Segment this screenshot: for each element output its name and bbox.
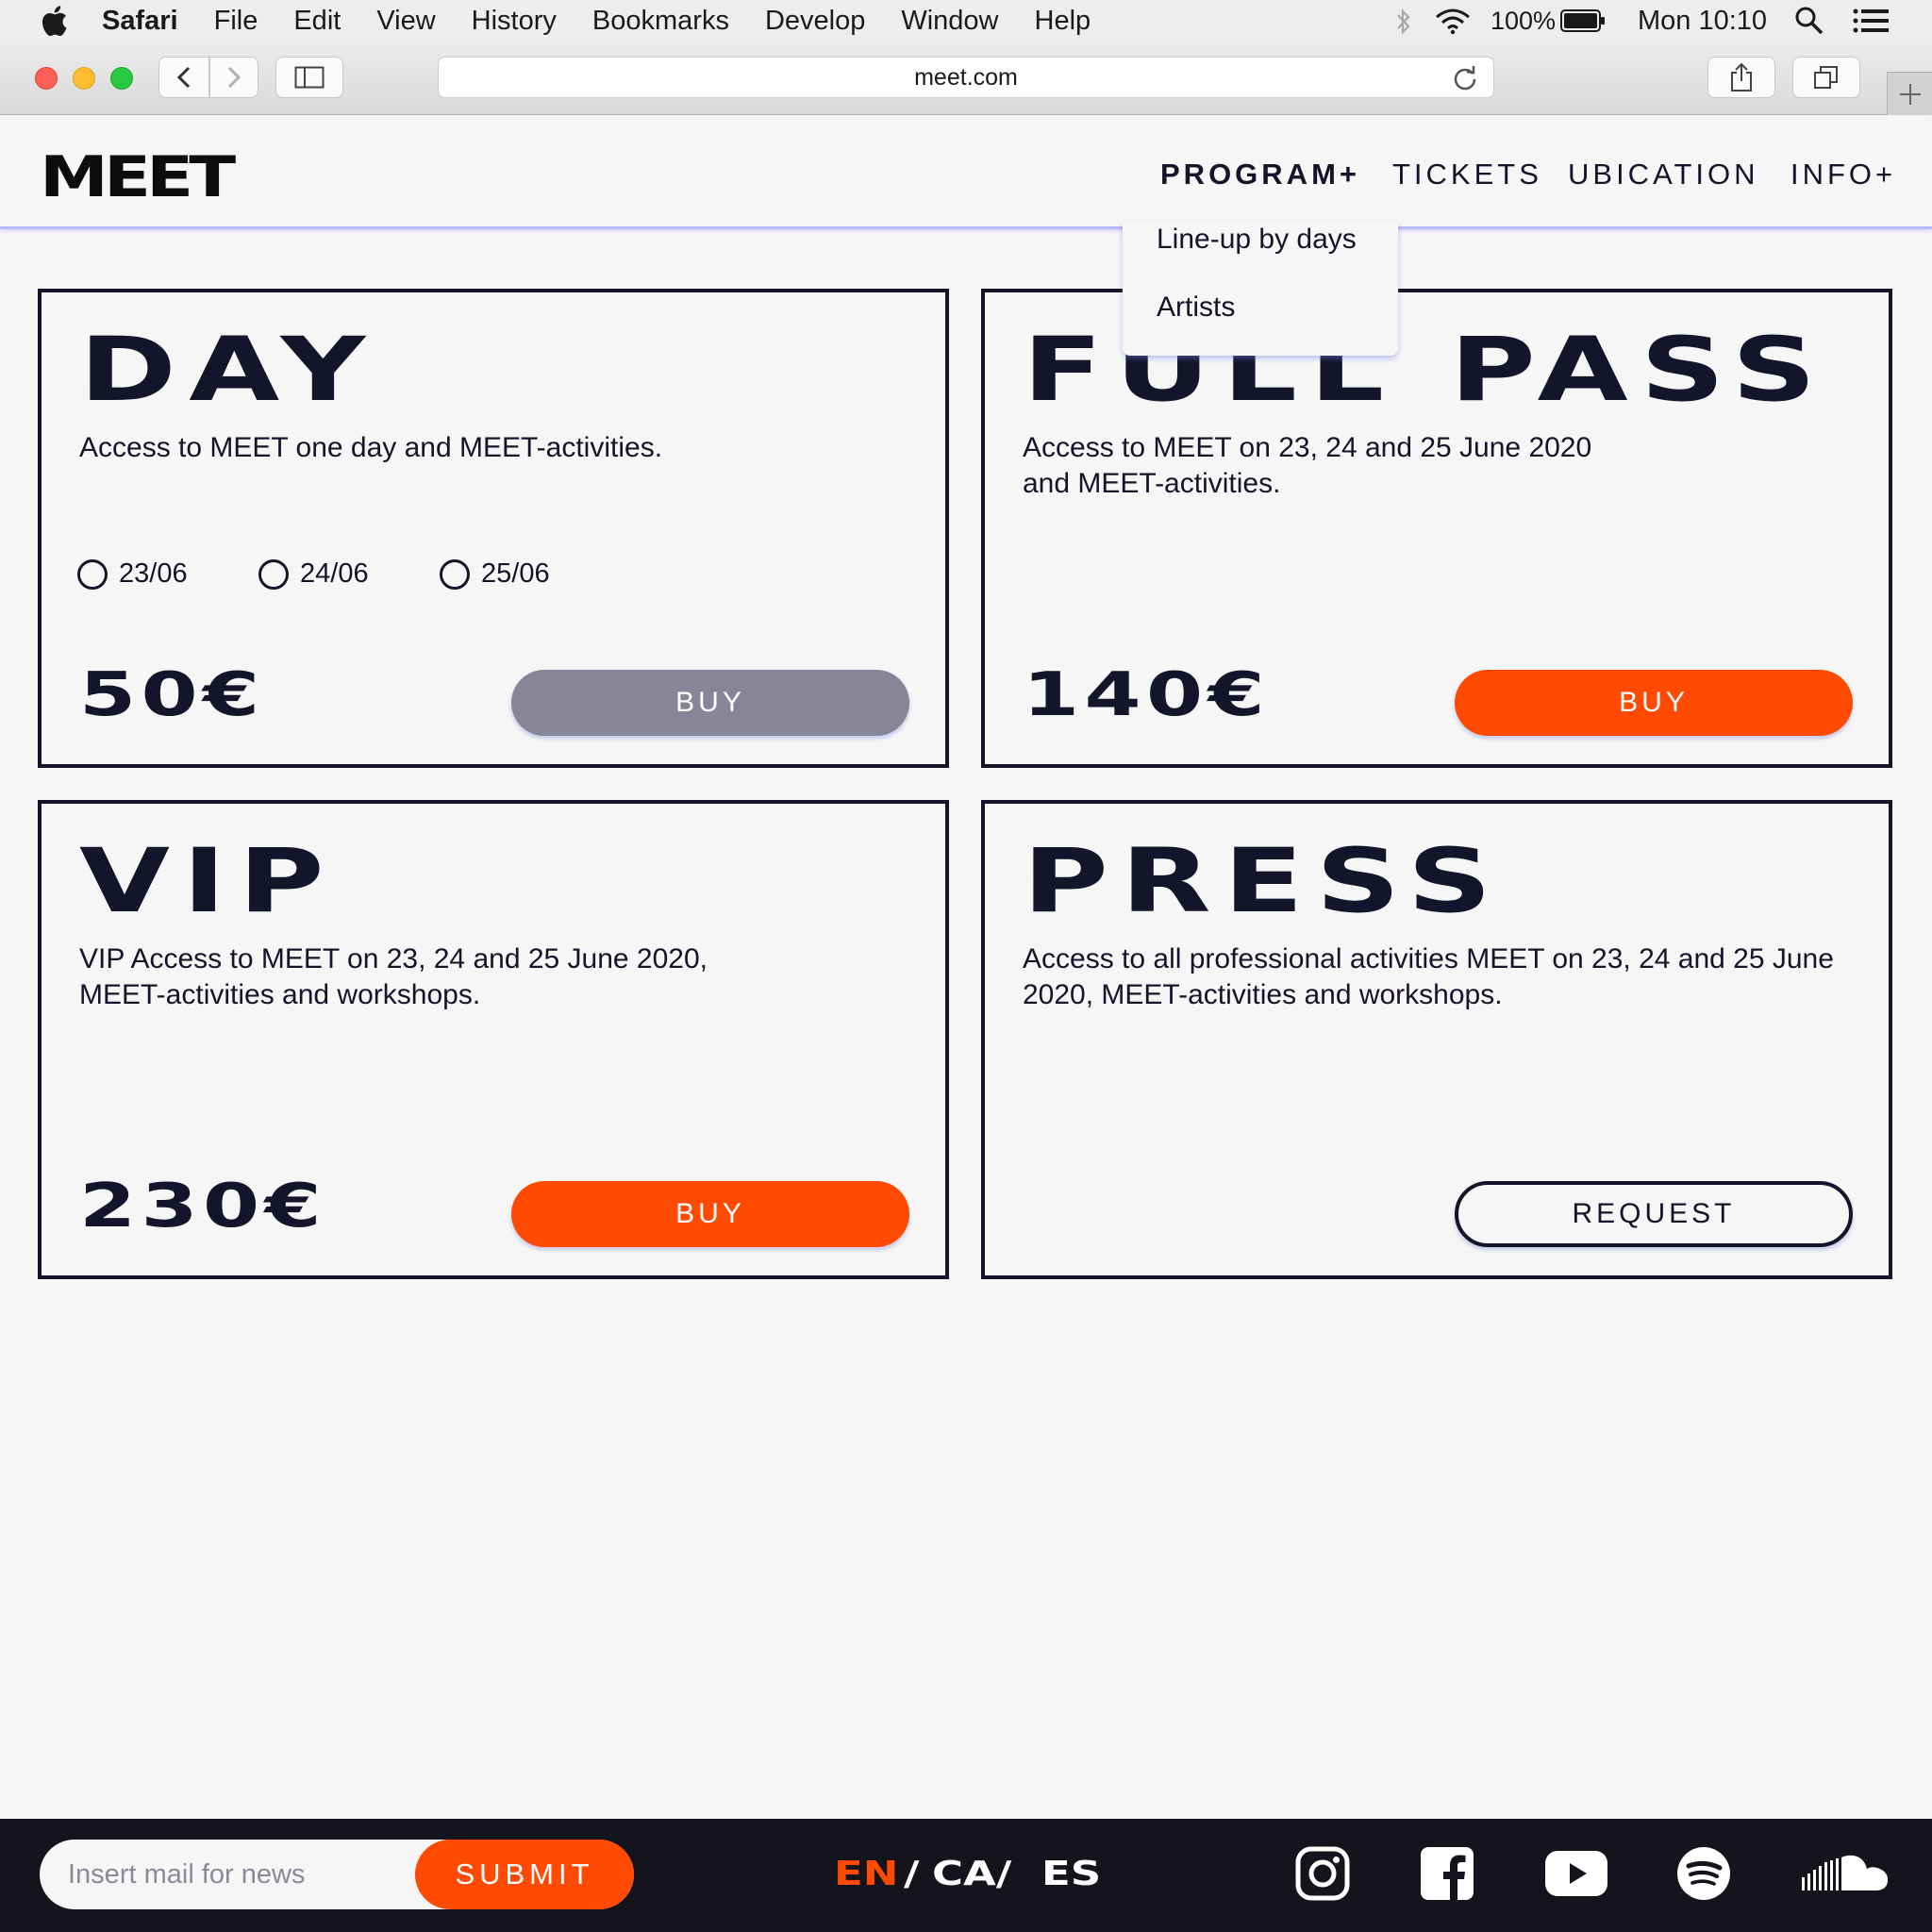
chevron-left-icon: [176, 66, 191, 89]
ticket-title: DAY: [79, 319, 378, 422]
share-icon: [1731, 62, 1752, 92]
nav-tickets[interactable]: TICKETS: [1392, 154, 1542, 195]
soundcloud-icon: [1802, 1855, 1889, 1890]
menu-clock[interactable]: Mon 10:10: [1638, 0, 1767, 42]
buy-day-button[interactable]: BUY: [511, 670, 909, 736]
menu-help[interactable]: Help: [1035, 6, 1091, 37]
ticket-description: Access to all professional activities ME…: [1023, 943, 1834, 1010]
radio-label: 24/06: [300, 558, 369, 589]
ticket-price: 140€: [1023, 660, 1271, 730]
nav-program[interactable]: PROGRAM+: [1160, 154, 1360, 195]
forward-button[interactable]: [209, 57, 258, 98]
window-zoom-button[interactable]: [110, 67, 133, 90]
menu-edit[interactable]: Edit: [293, 6, 341, 37]
sidebar-icon: [294, 66, 325, 89]
spotify-link[interactable]: [1675, 1845, 1732, 1902]
instagram-link[interactable]: [1294, 1845, 1351, 1902]
address-bar-url: meet.com: [914, 63, 1018, 91]
tab-overview-button[interactable]: [1792, 57, 1860, 98]
newsletter-email-input[interactable]: [68, 1855, 426, 1894]
sidebar-toggle-button[interactable]: [275, 57, 343, 98]
soundcloud-link[interactable]: [1800, 1845, 1890, 1902]
language-separator: /: [904, 1854, 920, 1893]
nav-ubication[interactable]: UBICATION: [1568, 154, 1759, 195]
ticket-description: Access to MEET on 23, 24 and 25 June 202…: [1023, 432, 1592, 499]
menu-bookmarks[interactable]: Bookmarks: [592, 6, 729, 37]
tabs-icon: [1814, 66, 1838, 89]
facebook-icon: [1421, 1847, 1474, 1900]
menu-items: Safari File Edit View History Bookmarks …: [102, 0, 1126, 42]
site-logo[interactable]: MEET: [40, 144, 236, 210]
site-header: MEET PROGRAM+ TICKETS UBICATION INFO+: [0, 116, 1932, 229]
wifi-icon[interactable]: [1434, 7, 1472, 35]
chevron-right-icon: [227, 66, 242, 89]
instagram-icon: [1295, 1846, 1350, 1901]
browser-toolbar: meet.com: [0, 42, 1932, 115]
radio-circle[interactable]: [440, 558, 470, 590]
notification-center-icon[interactable]: [1853, 8, 1889, 33]
language-en[interactable]: EN: [834, 1849, 898, 1898]
nav-info[interactable]: INFO+: [1790, 154, 1896, 195]
newsletter-submit-button[interactable]: SUBMIT: [415, 1840, 634, 1909]
address-bar[interactable]: meet.com: [438, 57, 1494, 98]
ticket-title: PRESS: [1023, 830, 1505, 933]
language-es[interactable]: ES: [1041, 1849, 1101, 1898]
bluetooth-icon[interactable]: [1394, 8, 1413, 36]
dropdown-item-artists[interactable]: Artists: [1157, 291, 1235, 324]
buy-vip-button[interactable]: BUY: [511, 1181, 909, 1247]
reload-icon[interactable]: [1452, 65, 1478, 92]
request-press-button[interactable]: REQUEST: [1455, 1181, 1853, 1247]
ticket-card-press: PRESS Access to all professional activit…: [981, 800, 1892, 1279]
date-radio-24[interactable]: 24/06: [258, 558, 369, 590]
radio-label: 23/06: [119, 558, 188, 589]
share-button[interactable]: [1707, 57, 1775, 98]
ticket-card-vip: VIP VIP Access to MEET on 23, 24 and 25 …: [38, 800, 949, 1279]
language-ca[interactable]: CA/: [932, 1849, 1011, 1898]
ticket-title: VIP: [79, 830, 337, 933]
ticket-price: 230€: [79, 1172, 327, 1241]
radio-circle[interactable]: [258, 558, 289, 590]
ticket-description: Access to MEET one day and MEET-activiti…: [79, 432, 663, 463]
macos-menu-bar: Safari File Edit View History Bookmarks …: [0, 0, 1932, 42]
battery-icon[interactable]: [1560, 9, 1606, 32]
back-button[interactable]: [158, 57, 209, 98]
menu-file[interactable]: File: [214, 6, 258, 37]
ticket-price: 50€: [79, 660, 265, 730]
ticket-card-day: DAY Access to MEET one day and MEET-acti…: [38, 289, 949, 768]
window-minimize-button[interactable]: [73, 67, 95, 90]
menu-view[interactable]: View: [376, 6, 435, 37]
radio-circle[interactable]: [77, 558, 108, 590]
apple-icon[interactable]: [40, 6, 68, 36]
battery-percent: 100%: [1491, 6, 1557, 35]
menu-window[interactable]: Window: [901, 6, 998, 37]
window-close-button[interactable]: [35, 67, 58, 90]
youtube-link[interactable]: [1543, 1845, 1609, 1902]
menu-history[interactable]: History: [472, 6, 557, 37]
date-radio-25[interactable]: 25/06: [440, 558, 550, 590]
ticket-card-full-pass: FULL PASS Access to MEET on 23, 24 and 2…: [981, 289, 1892, 768]
youtube-icon: [1545, 1851, 1607, 1896]
menu-develop[interactable]: Develop: [765, 6, 865, 37]
radio-label: 25/06: [481, 558, 550, 589]
ticket-description: VIP Access to MEET on 23, 24 and 25 June…: [79, 943, 708, 1010]
plus-icon: [1899, 83, 1921, 105]
menu-app-name[interactable]: Safari: [102, 6, 178, 37]
spotlight-search-icon[interactable]: [1794, 6, 1824, 36]
dropdown-item-lineup[interactable]: Line-up by days: [1157, 224, 1357, 256]
buy-full-pass-button[interactable]: BUY: [1455, 670, 1853, 736]
date-radio-23[interactable]: 23/06: [77, 558, 188, 590]
facebook-link[interactable]: [1419, 1845, 1475, 1902]
spotify-icon: [1677, 1847, 1730, 1900]
new-tab-button[interactable]: [1887, 72, 1932, 115]
program-dropdown-menu: Line-up by days Artists: [1123, 222, 1398, 356]
site-footer: SUBMIT EN / CA/ ES: [0, 1819, 1932, 1932]
